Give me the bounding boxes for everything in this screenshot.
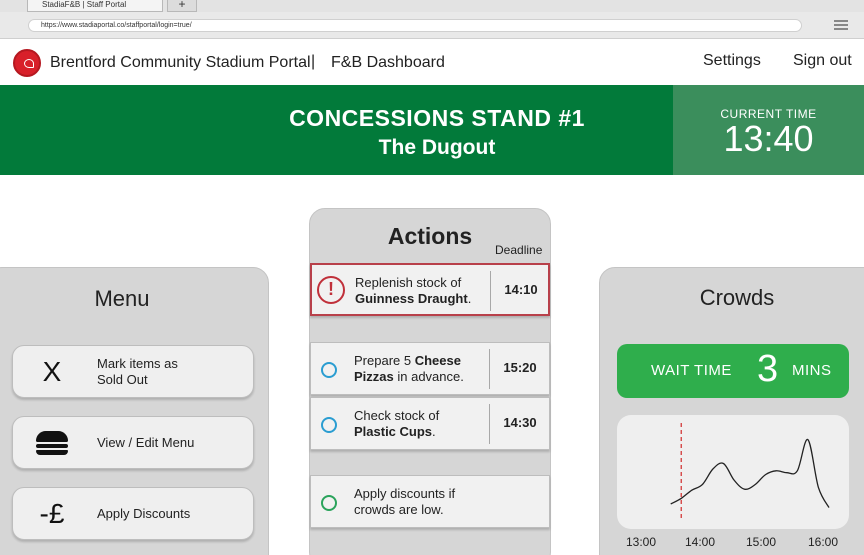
- menu-panel: Menu X Mark items as Sold Out View / Edi…: [0, 267, 269, 555]
- deadline-column-label: Deadline: [495, 243, 543, 257]
- browser-tab-title: StadiaF&B | Staff Portal: [42, 0, 127, 9]
- wait-time-button[interactable]: WAIT TIME 3 MINS: [617, 344, 849, 398]
- menu-panel-title: Menu: [94, 286, 150, 311]
- wait-time-value: 3: [757, 348, 779, 390]
- action-text: Prepare 5 Cheese Pizzas in advance.: [354, 353, 464, 384]
- url-field[interactable]: https://www.stadiaportal.co/staffportal/…: [28, 19, 802, 32]
- crowds-panel-title: Crowds: [699, 285, 775, 310]
- action-deadline: 14:10: [504, 282, 538, 297]
- current-time-value: 13:40: [723, 118, 814, 159]
- new-tab-button[interactable]: +: [167, 0, 197, 12]
- browser-tab-strip: StadiaF&B | Staff Portal +: [0, 0, 864, 12]
- crowds-panel: Crowds WAIT TIME 3 MINS 13:00 14:00 15:0…: [599, 267, 864, 555]
- status-circle-icon: [321, 495, 337, 511]
- status-circle-icon: [321, 417, 337, 433]
- current-time-box: CURRENT TIME 13:40: [673, 85, 864, 175]
- crowd-series-line: [670, 438, 830, 508]
- mark-sold-out-button[interactable]: X Mark items as Sold Out: [12, 345, 254, 398]
- browser-tab[interactable]: StadiaF&B | Staff Portal: [27, 0, 163, 12]
- x-tick-label: 14:00: [685, 535, 716, 549]
- settings-link[interactable]: Settings: [703, 52, 761, 70]
- crowd-chart: [617, 415, 849, 529]
- action-deadline: 14:30: [503, 415, 537, 430]
- header-separator: |: [311, 53, 316, 70]
- alert-icon: !: [317, 276, 345, 304]
- browser-menu-icon[interactable]: [834, 20, 848, 32]
- wait-time-label: WAIT TIME: [651, 362, 732, 379]
- status-circle-icon: [321, 362, 337, 378]
- x-tick-label: 13:00: [626, 535, 657, 549]
- app-header: Brentford Community Stadium Portal | F&B…: [0, 39, 864, 85]
- action-item-replenish-guinness[interactable]: ! Replenish stock of Guinness Draught. 1…: [310, 263, 550, 316]
- action-item-apply-discounts[interactable]: Apply discounts if crowds are low.: [310, 475, 550, 528]
- action-text: Replenish stock of Guinness Draught.: [355, 275, 472, 306]
- crowd-chart-svg: [670, 423, 830, 519]
- browser-address-bar: https://www.stadiaportal.co/staffportal/…: [0, 12, 864, 39]
- action-item-check-cups[interactable]: Check stock of Plastic Cups. 14:30: [310, 397, 550, 450]
- app-title: Brentford Community Stadium Portal: [50, 54, 311, 71]
- x-tick-label: 15:00: [746, 535, 777, 549]
- sign-out-link[interactable]: Sign out: [793, 52, 852, 70]
- action-text: Apply discounts if crowds are low.: [354, 486, 456, 517]
- action-item-prepare-pizzas[interactable]: Prepare 5 Cheese Pizzas in advance. 15:2…: [310, 342, 550, 395]
- stadium-logo-icon: [13, 49, 41, 77]
- view-edit-menu-label: View / Edit Menu: [97, 435, 195, 450]
- mark-sold-out-label: Mark items as Sold Out: [97, 356, 178, 387]
- plus-icon: +: [178, 0, 186, 11]
- action-deadline: 15:20: [503, 360, 537, 375]
- x-icon: X: [42, 356, 62, 387]
- x-tick-label: 16:00: [808, 535, 839, 549]
- burger-icon: [25, 423, 79, 463]
- wait-time-unit: MINS: [792, 362, 832, 379]
- actions-panel: Actions Deadline ! Replenish stock of Gu…: [309, 208, 551, 555]
- apply-discounts-button[interactable]: -£ Apply Discounts: [12, 487, 254, 540]
- pound-icon: -£: [39, 498, 65, 529]
- action-text: Check stock of Plastic Cups.: [354, 408, 440, 439]
- view-edit-menu-button[interactable]: View / Edit Menu: [12, 416, 254, 469]
- apply-discounts-label: Apply Discounts: [97, 506, 191, 521]
- stand-banner: CONCESSIONS STAND #1 The Dugout CURRENT …: [0, 85, 864, 175]
- dashboard-title: F&B Dashboard: [331, 54, 445, 71]
